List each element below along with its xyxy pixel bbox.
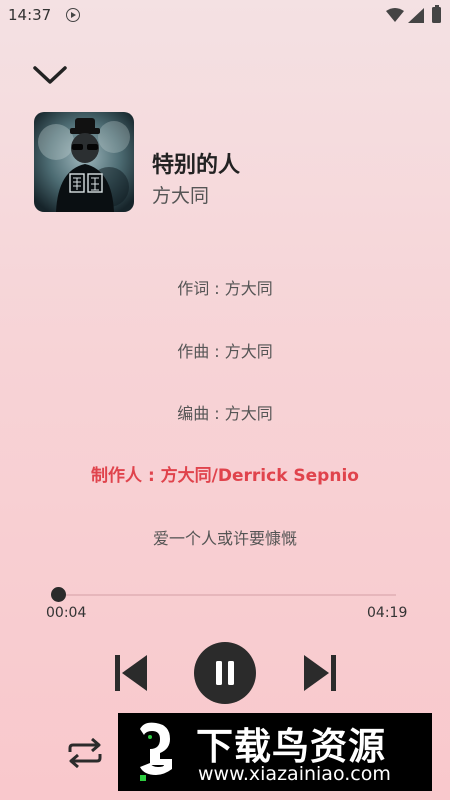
lyric-line[interactable]: 作曲 : 方大同 <box>0 338 450 362</box>
song-title: 特别的人 <box>152 153 241 178</box>
signal-icon <box>408 8 424 23</box>
progress-bar[interactable] <box>58 594 396 596</box>
watermark-url: www.xiazainiao.com <box>198 763 391 785</box>
battery-icon <box>432 5 441 23</box>
lyric-line-active[interactable]: 制作人 : 方大同/Derrick Sepnio <box>0 461 450 486</box>
lyric-line[interactable]: 编曲 : 方大同 <box>0 400 450 424</box>
collapse-button[interactable] <box>30 60 70 92</box>
pause-button[interactable] <box>194 642 256 704</box>
time-total: 04:19 <box>367 605 408 621</box>
lyric-line[interactable]: 作词 : 方大同 <box>0 275 450 299</box>
chevron-down-icon <box>33 66 67 84</box>
lyric-line[interactable]: 爱一个人或许要慷慨 <box>0 525 450 549</box>
status-time: 14:37 <box>8 6 52 24</box>
watermark-name: 下载鸟资源 <box>196 725 386 768</box>
repeat-icon <box>68 737 102 769</box>
status-bar: 14:37 <box>0 0 450 32</box>
time-current: 00:04 <box>46 605 87 621</box>
previous-button[interactable] <box>113 654 149 692</box>
watermark-banner: 下载鸟资源 www.xiazainiao.com <box>118 713 432 791</box>
progress-thumb[interactable] <box>51 587 66 602</box>
song-artist: 方大同 <box>152 185 210 207</box>
next-icon <box>304 655 336 691</box>
bird-logo-icon <box>140 722 172 781</box>
next-button[interactable] <box>302 654 338 692</box>
pause-icon <box>216 661 234 685</box>
album-art <box>34 112 134 212</box>
wifi-icon <box>386 8 404 22</box>
repeat-button[interactable] <box>66 737 104 769</box>
previous-icon <box>115 655 147 691</box>
media-playing-icon <box>66 8 80 22</box>
